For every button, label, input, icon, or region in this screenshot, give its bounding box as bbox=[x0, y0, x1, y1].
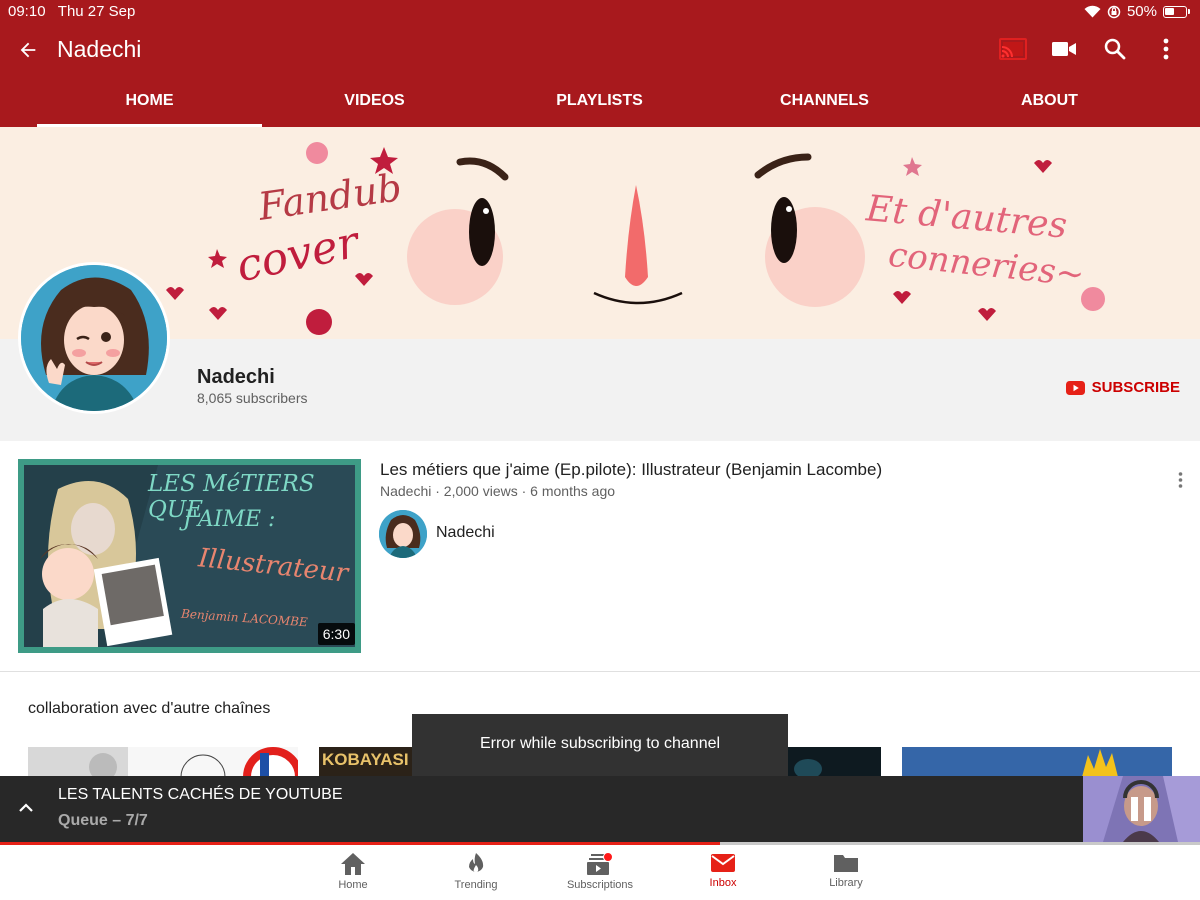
shelf-thumb-label: KOBAYASI bbox=[322, 750, 409, 769]
section-divider bbox=[0, 671, 1200, 672]
more-vert-icon bbox=[1178, 472, 1182, 488]
back-button[interactable] bbox=[14, 36, 42, 64]
toast-message: Error while subscribing to channel bbox=[479, 735, 721, 752]
featured-video-channel-name[interactable]: Nadechi bbox=[436, 524, 495, 542]
status-bar-right: 50% bbox=[1084, 3, 1190, 20]
folder-icon bbox=[834, 855, 858, 872]
channel-avatar[interactable] bbox=[18, 262, 170, 414]
search-icon bbox=[1104, 38, 1126, 60]
subscribe-label: SUBSCRIBE bbox=[1091, 379, 1180, 396]
nav-inbox-label: Inbox bbox=[709, 877, 737, 889]
battery-icon bbox=[1163, 5, 1187, 18]
status-date: Thu 27 Sep bbox=[57, 3, 136, 20]
shelf-title: collaboration avec d'autre chaînes bbox=[28, 700, 271, 717]
inbox-icon bbox=[711, 854, 735, 872]
error-toast: Error while subscribing to channel bbox=[412, 714, 788, 776]
shelf-video-thumbnail[interactable] bbox=[28, 747, 298, 777]
mini-player-title: LES TALENTS CACHÉS DE YOUTUBE bbox=[58, 786, 343, 803]
tab-videos[interactable]: VIDEOS bbox=[262, 77, 487, 127]
mini-player-queue: Queue – 7/7 bbox=[58, 812, 148, 829]
pause-icon bbox=[1131, 797, 1151, 821]
nav-trending[interactable]: Trending bbox=[421, 845, 531, 900]
status-bar-left: 09:10 Thu 27 Sep bbox=[8, 3, 135, 20]
top-bar: 09:10 Thu 27 Sep 50% Nadechi HOME VIDEOS… bbox=[0, 0, 1200, 127]
tab-playlists[interactable]: PLAYLISTS bbox=[487, 77, 712, 127]
home-icon bbox=[341, 853, 365, 875]
page-title: Nadechi bbox=[57, 36, 142, 62]
mini-player-video[interactable] bbox=[1083, 776, 1200, 842]
mini-avatar-illustration bbox=[379, 510, 427, 558]
nav-trending-label: Trending bbox=[454, 879, 498, 891]
upload-video-button[interactable] bbox=[1050, 35, 1078, 63]
bottom-navigation: Home Trending Subscriptions Inbox Librar… bbox=[0, 845, 1200, 900]
youtube-play-icon bbox=[1065, 380, 1085, 395]
thumbnail-title-line2: J'AIME : bbox=[183, 507, 276, 532]
pause-button[interactable] bbox=[1127, 794, 1155, 824]
shelf-thumb-art-3 bbox=[794, 759, 822, 777]
channel-banner: Fandub cover Et d'autres conneries~ bbox=[0, 127, 1200, 339]
nav-subscriptions[interactable]: Subscriptions bbox=[545, 845, 655, 900]
featured-video-channel-avatar[interactable] bbox=[379, 510, 427, 558]
battery-percent: 50% bbox=[1126, 3, 1157, 20]
cast-icon bbox=[999, 38, 1027, 60]
cast-button[interactable] bbox=[998, 35, 1028, 63]
shelf-video-thumbnail[interactable] bbox=[902, 747, 1172, 777]
tab-home[interactable]: HOME bbox=[37, 77, 262, 127]
video-more-button[interactable] bbox=[1176, 470, 1184, 490]
shelf-thumb-art-1 bbox=[28, 747, 298, 777]
rotation-lock-icon bbox=[1107, 5, 1121, 18]
subscriptions-icon bbox=[587, 852, 613, 875]
nav-library[interactable]: Library bbox=[791, 845, 901, 900]
video-camera-icon bbox=[1052, 42, 1076, 56]
shelf-video-thumbnail[interactable] bbox=[788, 747, 881, 777]
featured-video-thumbnail[interactable]: LES MéTIERS QUE J'AIME : Illustrateur Be… bbox=[18, 459, 361, 653]
wifi-icon bbox=[1084, 5, 1101, 18]
nav-library-label: Library bbox=[829, 877, 863, 889]
more-options-button[interactable] bbox=[1154, 35, 1178, 63]
battery-tip bbox=[1188, 9, 1190, 14]
back-arrow-icon bbox=[20, 42, 36, 58]
nav-home-label: Home bbox=[338, 879, 368, 891]
nav-home[interactable]: Home bbox=[298, 845, 408, 900]
video-duration: 6:30 bbox=[317, 623, 355, 645]
expand-player-button[interactable] bbox=[14, 796, 38, 820]
shelf-thumb-art-4 bbox=[902, 747, 1172, 777]
tab-about[interactable]: ABOUT bbox=[937, 77, 1162, 127]
featured-video-meta: Nadechi · 2,000 views · 6 months ago bbox=[380, 483, 616, 499]
flame-icon bbox=[469, 853, 484, 873]
shelf-video-thumbnail[interactable]: KOBAYASI bbox=[319, 747, 412, 777]
channel-name: Nadechi bbox=[197, 366, 275, 388]
more-vert-icon bbox=[1163, 38, 1169, 60]
nav-inbox[interactable]: Inbox bbox=[668, 845, 778, 900]
status-time: 09:10 bbox=[8, 3, 46, 20]
chevron-up-icon bbox=[19, 803, 33, 812]
nav-subscriptions-label: Subscriptions bbox=[566, 879, 634, 891]
search-button[interactable] bbox=[1101, 35, 1129, 63]
subscribe-button[interactable]: SUBSCRIBE bbox=[1065, 379, 1180, 396]
tab-channels[interactable]: CHANNELS bbox=[712, 77, 937, 127]
channel-header bbox=[0, 339, 1200, 441]
featured-video-title[interactable]: Les métiers que j'aime (Ep.pilote): Illu… bbox=[380, 460, 882, 480]
channel-tabs: HOME VIDEOS PLAYLISTS CHANNELS ABOUT bbox=[0, 77, 1200, 127]
subscriber-count: 8,065 subscribers bbox=[197, 390, 308, 406]
avatar-illustration bbox=[21, 265, 167, 411]
